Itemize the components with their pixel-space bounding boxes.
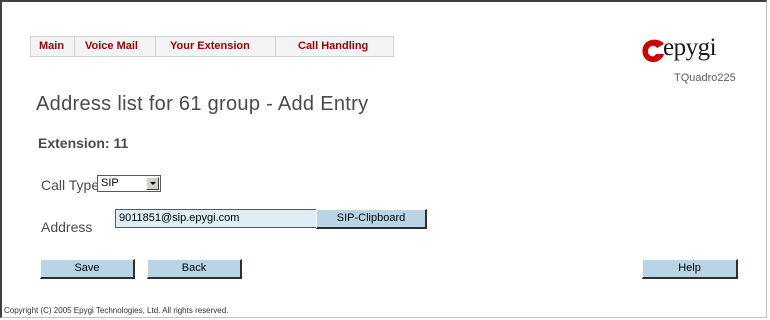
back-button[interactable]: Back xyxy=(147,259,242,279)
call-type-select[interactable]: SIP xyxy=(97,175,161,192)
logo-text: epygi xyxy=(663,34,717,61)
menu-item-call-handling[interactable]: Call Handling xyxy=(276,37,393,56)
save-button[interactable]: Save xyxy=(40,259,135,279)
address-label: Address xyxy=(41,219,93,235)
help-button[interactable]: Help xyxy=(642,259,738,279)
sip-clipboard-button[interactable]: SIP-Clipboard xyxy=(316,209,427,229)
menu-item-your-extension[interactable]: Your Extension xyxy=(156,37,276,56)
menu-item-voice-mail[interactable]: Voice Mail xyxy=(75,37,156,56)
address-input[interactable]: 9011851@sip.epygi.com xyxy=(115,209,317,228)
call-type-value: SIP xyxy=(101,177,119,189)
page-title: Address list for 61 group - Add Entry xyxy=(36,93,369,115)
chevron-down-icon[interactable] xyxy=(146,177,159,190)
menu-item-main[interactable]: Main xyxy=(31,37,75,56)
device-model: TQuadro225 xyxy=(674,72,736,84)
epygi-logo: epygi xyxy=(638,34,748,68)
call-type-label: Call Type xyxy=(41,177,100,193)
extension-label: Extension: 11 xyxy=(38,135,129,151)
main-menu: Main Voice Mail Your Extension Call Hand… xyxy=(30,36,394,57)
copyright-text: Copyright (C) 2005 Epygi Technologies, L… xyxy=(4,306,229,315)
